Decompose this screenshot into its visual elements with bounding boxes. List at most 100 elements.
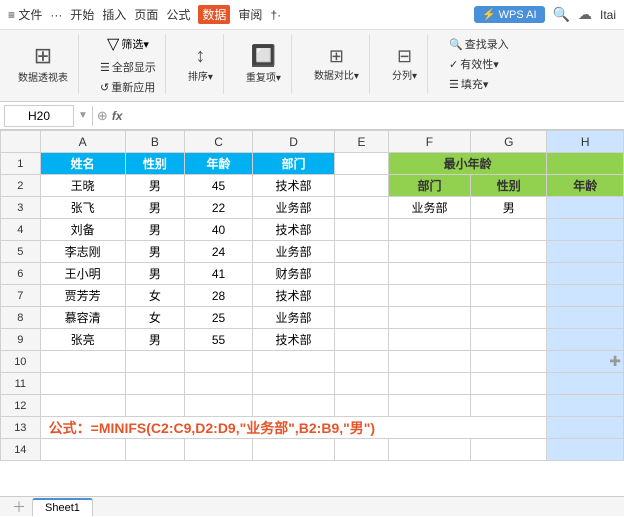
cell-f7[interactable] (388, 285, 470, 307)
cell-reference-box[interactable]: H20 (4, 105, 74, 127)
fill-button[interactable]: ☰ 填充▾ (446, 75, 512, 93)
menu-page[interactable]: 页面 (134, 6, 158, 23)
cell-c1[interactable]: 年龄 (185, 153, 253, 175)
cell-c2[interactable]: 45 (185, 175, 253, 197)
cell-c3[interactable]: 22 (185, 197, 253, 219)
cell-e2[interactable] (335, 175, 389, 197)
show-all-button[interactable]: ☰ 全部显示 (97, 58, 159, 76)
menu-file[interactable]: ≡ 文件 (8, 6, 42, 23)
col-header-d[interactable]: D (253, 131, 335, 153)
cell-f3[interactable]: 业务部 (388, 197, 470, 219)
cell-h3[interactable] (547, 197, 624, 219)
cell-c6[interactable]: 41 (185, 263, 253, 285)
col-header-a[interactable]: A (40, 131, 125, 153)
cell-h8[interactable] (547, 307, 624, 329)
cell-h14[interactable] (547, 439, 624, 461)
cell-d3[interactable]: 业务部 (253, 197, 335, 219)
cell-h9[interactable] (547, 329, 624, 351)
cell-g5[interactable] (471, 241, 547, 263)
cell-h11[interactable] (547, 373, 624, 395)
cell-d7[interactable]: 技术部 (253, 285, 335, 307)
col-header-g[interactable]: G (471, 131, 547, 153)
dropdown-arrow-icon[interactable]: ▼ (78, 110, 88, 121)
wps-ai-button[interactable]: ⚡ WPS AI (474, 6, 545, 23)
cell-a8[interactable]: 慕容清 (40, 307, 125, 329)
find-record-button[interactable]: 🔍 查找录入 (446, 35, 512, 53)
duplicate-button[interactable]: 🔲 重复项▾ (242, 43, 285, 86)
cell-b14[interactable] (125, 439, 184, 461)
cell-d10[interactable] (253, 351, 335, 373)
cell-c12[interactable] (185, 395, 253, 417)
search-icon[interactable]: 🔍 (553, 6, 570, 23)
cell-c4[interactable]: 40 (185, 219, 253, 241)
cell-f2[interactable]: 部门 (388, 175, 470, 197)
cell-b7[interactable]: 女 (125, 285, 184, 307)
cell-g9[interactable] (471, 329, 547, 351)
sheet-tab-1[interactable]: Sheet1 (32, 498, 93, 516)
col-header-e[interactable]: E (335, 131, 389, 153)
cell-a9[interactable]: 张亮 (40, 329, 125, 351)
cell-b3[interactable]: 男 (125, 197, 184, 219)
cell-d1[interactable]: 部门 (253, 153, 335, 175)
cell-d2[interactable]: 技术部 (253, 175, 335, 197)
cell-d11[interactable] (253, 373, 335, 395)
cell-g12[interactable] (471, 395, 547, 417)
cell-g8[interactable] (471, 307, 547, 329)
cell-b8[interactable]: 女 (125, 307, 184, 329)
cell-g11[interactable] (471, 373, 547, 395)
fx-icon[interactable]: fx (112, 109, 123, 123)
cell-g14[interactable] (471, 439, 547, 461)
cell-e1[interactable] (335, 153, 389, 175)
cell-c11[interactable] (185, 373, 253, 395)
cell-c5[interactable]: 24 (185, 241, 253, 263)
cell-d5[interactable]: 业务部 (253, 241, 335, 263)
cell-c8[interactable]: 25 (185, 307, 253, 329)
cell-a3[interactable]: 张飞 (40, 197, 125, 219)
col-header-b[interactable]: B (125, 131, 184, 153)
cell-a6[interactable]: 王小明 (40, 263, 125, 285)
cell-h5[interactable] (547, 241, 624, 263)
cell-f5[interactable] (388, 241, 470, 263)
cell-f11[interactable] (388, 373, 470, 395)
cell-b12[interactable] (125, 395, 184, 417)
col-header-c[interactable]: C (185, 131, 253, 153)
menu-more2[interactable]: †· (270, 8, 281, 22)
cell-f10[interactable] (388, 351, 470, 373)
menu-data[interactable]: 数据 (198, 5, 230, 24)
cell-a2[interactable]: 王晓 (40, 175, 125, 197)
cell-b6[interactable]: 男 (125, 263, 184, 285)
cell-e14[interactable] (335, 439, 389, 461)
cell-f8[interactable] (388, 307, 470, 329)
cell-g7[interactable] (471, 285, 547, 307)
cell-h13[interactable] (547, 417, 624, 439)
cell-a14[interactable] (40, 439, 125, 461)
cell-h6[interactable] (547, 263, 624, 285)
add-sheet-button[interactable]: ＋ (8, 497, 30, 517)
cell-e4[interactable] (335, 219, 389, 241)
cell-c14[interactable] (185, 439, 253, 461)
cell-e10[interactable] (335, 351, 389, 373)
cell-f9[interactable] (388, 329, 470, 351)
reapply-button[interactable]: ↺ 重新应用 (97, 78, 159, 96)
cell-g6[interactable] (471, 263, 547, 285)
formula-input[interactable] (126, 109, 620, 123)
cell-d8[interactable]: 业务部 (253, 307, 335, 329)
cell-e9[interactable] (335, 329, 389, 351)
menu-insert[interactable]: 插入 (102, 6, 126, 23)
cell-d6[interactable]: 财务部 (253, 263, 335, 285)
menu-review[interactable]: 审阅 (238, 6, 262, 23)
cell-e11[interactable] (335, 373, 389, 395)
cell-c9[interactable]: 55 (185, 329, 253, 351)
menu-home[interactable]: 开始 (70, 6, 94, 23)
sort-button[interactable]: ↕ 排序▾ (184, 44, 217, 85)
pivot-table-button[interactable]: ⊞ 数据透视表 (14, 43, 72, 86)
cell-d4[interactable]: 技术部 (253, 219, 335, 241)
cell-e8[interactable] (335, 307, 389, 329)
cell-b10[interactable] (125, 351, 184, 373)
cell-b1[interactable]: 性别 (125, 153, 184, 175)
cell-h1[interactable] (547, 153, 624, 175)
cell-h12[interactable] (547, 395, 624, 417)
cell-e5[interactable] (335, 241, 389, 263)
cell-a5[interactable]: 李志刚 (40, 241, 125, 263)
cell-e3[interactable] (335, 197, 389, 219)
